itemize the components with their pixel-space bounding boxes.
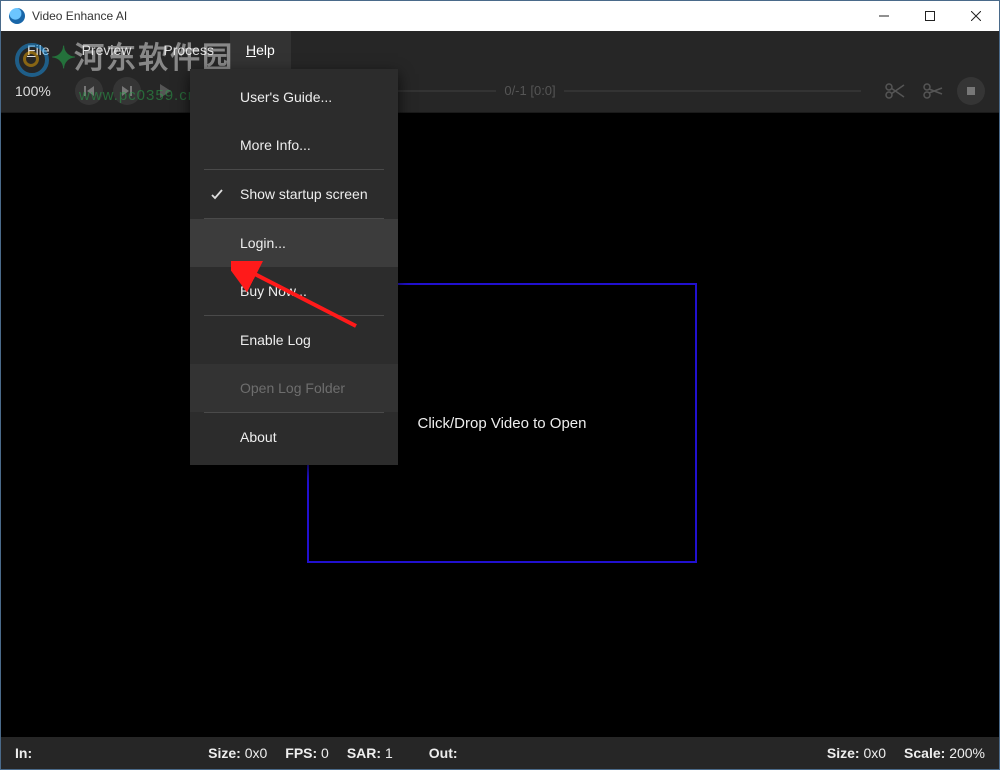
- dropzone-text: Click/Drop Video to Open: [418, 415, 587, 432]
- cut-start-button[interactable]: [881, 77, 909, 105]
- status-in-size: 0x0: [245, 745, 268, 761]
- minimize-icon: [879, 11, 889, 21]
- skip-back-icon: [83, 85, 95, 97]
- timeline-track-right[interactable]: [564, 90, 861, 92]
- zoom-label[interactable]: 100%: [15, 83, 65, 99]
- status-scale: 200%: [949, 745, 985, 761]
- status-sar: 1: [385, 745, 393, 761]
- menu-preview[interactable]: Preview: [66, 31, 148, 69]
- menu-open-log-folder: Open Log Folder: [190, 364, 398, 412]
- menu-help[interactable]: Help: [230, 31, 291, 69]
- status-out-size: 0x0: [863, 745, 886, 761]
- scissors-open-icon: [885, 83, 905, 99]
- titlebar: Video Enhance AI: [1, 1, 999, 31]
- status-in-label: In:: [15, 745, 32, 761]
- stop-icon: [965, 85, 977, 97]
- timeline-counter: 0/-1 [0:0]: [504, 83, 555, 98]
- window-title: Video Enhance AI: [32, 9, 127, 23]
- scissors-close-icon: [923, 83, 943, 99]
- content-area: Click/Drop Video to Open: [1, 113, 999, 737]
- status-fps: 0: [321, 745, 329, 761]
- play-icon: [159, 84, 171, 98]
- help-menu-dropdown: User's Guide... More Info... Show startu…: [190, 69, 398, 465]
- menu-process[interactable]: Process: [147, 31, 230, 69]
- check-icon: [206, 187, 228, 201]
- close-icon: [971, 11, 981, 21]
- status-out-group: Size: 0x0 Scale: 200%: [827, 745, 985, 761]
- menubar: File Preview Process Help: [1, 31, 999, 69]
- menu-enable-log[interactable]: Enable Log: [190, 316, 398, 364]
- app-window: Video Enhance AI ✦河东软件园 www.pc0359.cn Fi…: [0, 0, 1000, 770]
- next-frame-button[interactable]: [113, 77, 141, 105]
- minimize-button[interactable]: [861, 1, 907, 31]
- stop-button[interactable]: [957, 77, 985, 105]
- close-button[interactable]: [953, 1, 999, 31]
- menu-file[interactable]: File: [11, 31, 66, 69]
- maximize-button[interactable]: [907, 1, 953, 31]
- menu-about[interactable]: About: [190, 413, 398, 461]
- menu-show-startup[interactable]: Show startup screen: [190, 170, 398, 218]
- menu-users-guide[interactable]: User's Guide...: [190, 73, 398, 121]
- skip-forward-icon: [121, 85, 133, 97]
- status-in-group: Size: 0x0 FPS: 0 SAR: 1: [208, 745, 393, 761]
- menu-more-info[interactable]: More Info...: [190, 121, 398, 169]
- maximize-icon: [925, 11, 935, 21]
- menu-buy-now[interactable]: Buy Now...: [190, 267, 398, 315]
- menu-login[interactable]: Login...: [190, 219, 398, 267]
- toolbar: 100% 0/-1 [0:0]: [1, 69, 999, 113]
- status-out-label: Out:: [429, 745, 458, 761]
- cut-end-button[interactable]: [919, 77, 947, 105]
- app-icon: [9, 8, 25, 24]
- play-button[interactable]: [151, 77, 179, 105]
- statusbar: In: Size: 0x0 FPS: 0 SAR: 1 Out: Size: 0…: [1, 737, 999, 769]
- prev-frame-button[interactable]: [75, 77, 103, 105]
